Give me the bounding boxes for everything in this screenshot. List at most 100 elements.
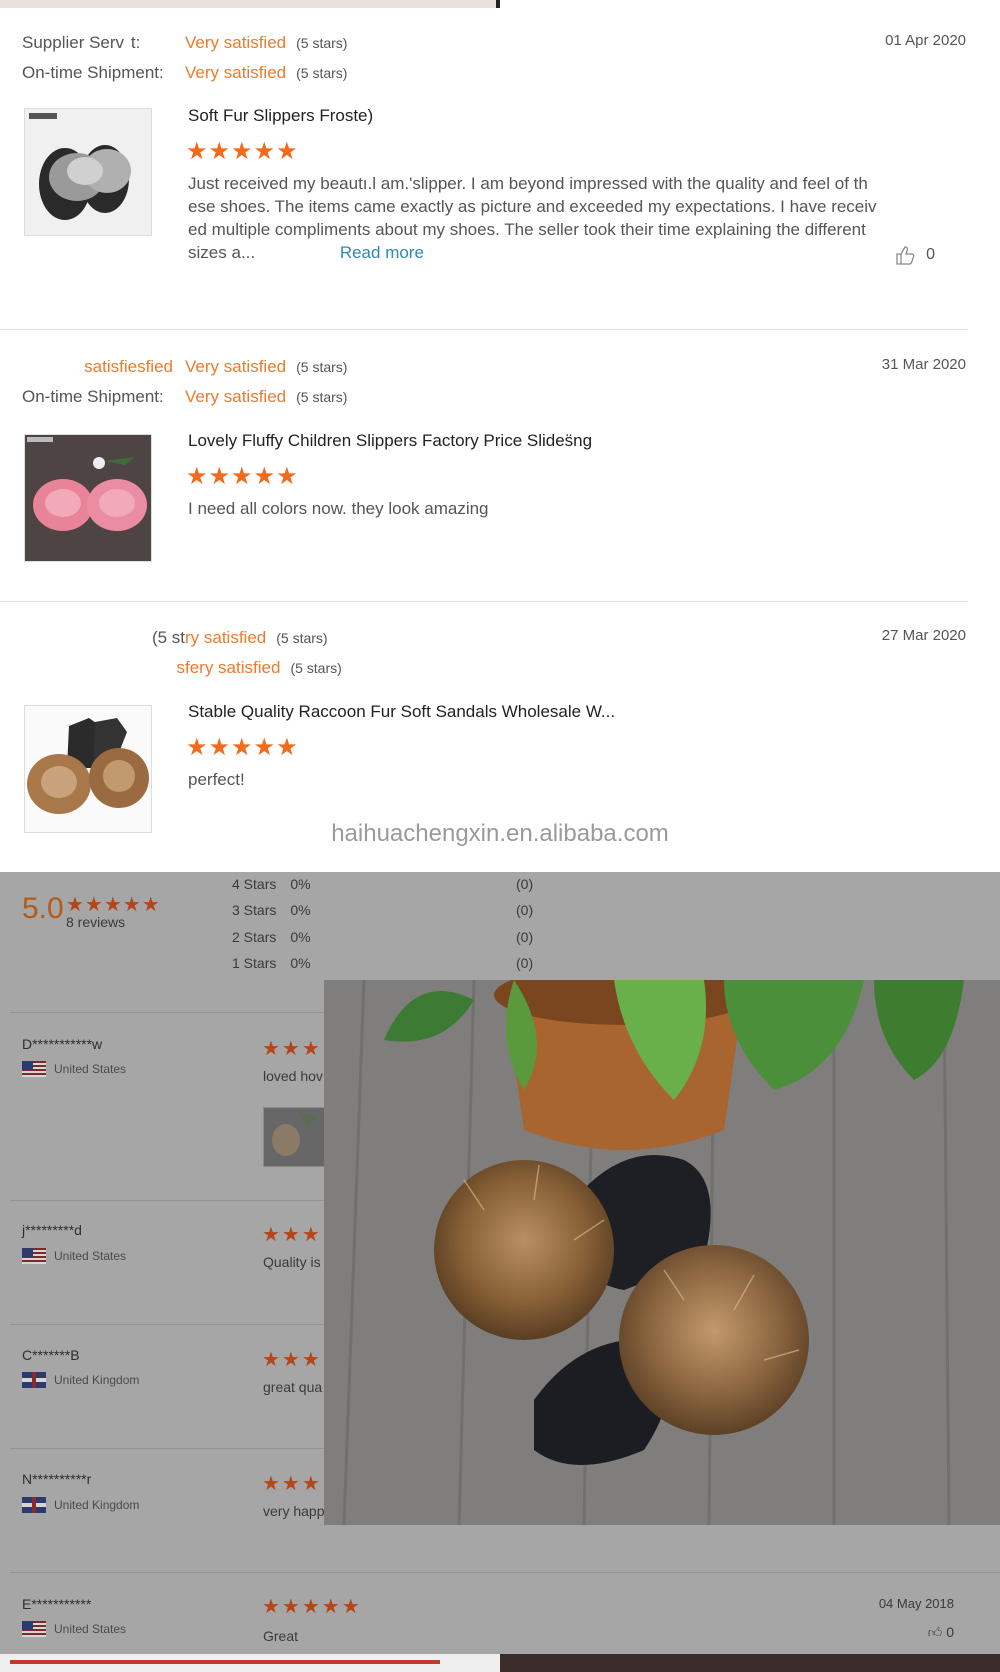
distribution-count: (0) bbox=[516, 929, 534, 945]
product-thumbnail[interactable] bbox=[24, 705, 152, 833]
shipment-stars-text: (5 stars) bbox=[296, 65, 348, 81]
supplier-rating-line: Supplier Serv t: Very satisfied (5 stars) bbox=[22, 32, 347, 54]
review-divider bbox=[0, 329, 968, 330]
uk-flag-icon bbox=[22, 1497, 46, 1513]
country-name: United States bbox=[54, 1622, 127, 1636]
top-edge-strip bbox=[0, 0, 500, 8]
review-divider bbox=[10, 1572, 1000, 1573]
distribution-label: 1 Stars bbox=[232, 955, 277, 971]
product-title[interactable]: Lovely Fluffy Children Slippers Factory … bbox=[188, 431, 592, 451]
supplier-stars-text: (5 stars) bbox=[296, 35, 348, 51]
supplier-service-value: Very satisfied bbox=[185, 33, 287, 52]
pink-slipper-image bbox=[25, 435, 151, 561]
review-date: 01 Apr 2020 bbox=[885, 32, 966, 49]
distribution-label: 3 Stars bbox=[232, 902, 277, 918]
reviewer-country: United Kingdom bbox=[22, 1497, 139, 1513]
reviewer-country: United States bbox=[22, 1061, 126, 1077]
fur-slipper-image bbox=[25, 109, 151, 235]
raccoon-fur-slides-photo bbox=[324, 980, 1000, 1525]
store-url-watermark: haihuachengxin.en.alibaba.com bbox=[331, 820, 669, 847]
distribution-percent: 0% bbox=[290, 955, 311, 971]
distribution-count: (0) bbox=[516, 955, 534, 971]
like-button[interactable]: 0 bbox=[894, 244, 935, 266]
review-stars: ★★★★★ bbox=[186, 463, 299, 490]
like-count: 0 bbox=[946, 1624, 954, 1640]
review-date: 31 Mar 2020 bbox=[881, 356, 966, 373]
read-more-link[interactable]: Read more bbox=[340, 243, 424, 262]
supplier-stars-text: (5 stars) bbox=[276, 630, 328, 646]
uk-flag-icon bbox=[22, 1372, 46, 1388]
raccoon-slipper-image bbox=[25, 706, 151, 832]
thumbs-up-icon bbox=[896, 246, 915, 265]
review-stars: ★★★ bbox=[262, 1224, 322, 1246]
reviewer-name: E*********** bbox=[22, 1596, 92, 1612]
us-flag-icon bbox=[22, 1248, 46, 1264]
shipment-stars-text: (5 stars) bbox=[290, 660, 342, 676]
slipper-photo-icon bbox=[264, 1108, 324, 1166]
reviewer-name: j*********d bbox=[22, 1222, 82, 1238]
product-title[interactable]: Soft Fur Slippers Froste) bbox=[188, 106, 373, 126]
reviewer-country: United Kingdom bbox=[22, 1372, 139, 1388]
dark-photo-strip bbox=[500, 1654, 1000, 1672]
shipment-value: fery satisfied bbox=[185, 658, 281, 677]
shipment-stars-text: (5 stars) bbox=[296, 389, 348, 405]
distribution-row: 3 Stars 0% (0) bbox=[232, 902, 533, 918]
distribution-row: 4 Stars 0% (0) bbox=[232, 876, 533, 892]
distribution-count: (0) bbox=[516, 902, 534, 918]
reviewer-name: N**********r bbox=[22, 1471, 92, 1487]
red-underline bbox=[10, 1660, 440, 1664]
supplier-rating-line: (5 stry satisfied (5 stars) bbox=[22, 627, 328, 649]
product-thumbnail[interactable] bbox=[24, 108, 152, 236]
supplier-service-label: (5 st bbox=[151, 628, 185, 647]
review-body: perfect! bbox=[188, 770, 245, 789]
product-title[interactable]: Stable Quality Raccoon Fur Soft Sandals … bbox=[188, 702, 615, 722]
shipment-label: On-time Shipment: bbox=[22, 387, 164, 406]
distribution-row: 1 Stars 0% (0) bbox=[232, 955, 533, 971]
thumbs-up-icon: 👍︎ bbox=[927, 1624, 943, 1640]
review-stars: ★★★ bbox=[262, 1349, 322, 1371]
distribution-label: 2 Stars bbox=[232, 929, 277, 945]
product-thumbnail[interactable] bbox=[24, 434, 152, 562]
review-body: I need all colors now. they look amazing bbox=[188, 499, 489, 518]
bottom-strip bbox=[0, 1654, 1000, 1672]
review-text: very happ bbox=[263, 1503, 325, 1519]
review-photo-thumbnail[interactable] bbox=[263, 1107, 325, 1167]
distribution-percent: 0% bbox=[290, 929, 311, 945]
review-count: 8 reviews bbox=[66, 914, 126, 930]
shipment-rating-line: On-time Shipment: Very satisfied (5 stars) bbox=[22, 62, 347, 84]
distribution-row: 2 Stars 0% (0) bbox=[232, 929, 533, 945]
review-text: perfect! bbox=[188, 768, 893, 791]
shipment-value: Very satisfied bbox=[185, 63, 287, 82]
review-body: Just received my beautı.l am.'slipper. I… bbox=[188, 174, 877, 262]
us-flag-icon bbox=[22, 1621, 46, 1637]
supplier-service-label: satisfiesfied bbox=[84, 357, 173, 376]
supplier-service-label: Supplier Serv t: bbox=[22, 33, 141, 52]
review-text: Just received my beautı.l am.'slipper. I… bbox=[188, 172, 893, 264]
us-flag-icon bbox=[22, 1061, 46, 1077]
reviewer-country: United States bbox=[22, 1621, 126, 1637]
shipment-rating-line: On-time Shipment: Very satisfied (5 stars) bbox=[22, 386, 347, 408]
shipment-label: On-time Shipment: bbox=[22, 63, 164, 82]
review-text: Quality is bbox=[263, 1254, 321, 1270]
reviewer-country: United States bbox=[22, 1248, 126, 1264]
review-date: 04 May 2018 bbox=[878, 1596, 954, 1611]
like-button[interactable]: 👍︎ 0 bbox=[928, 1624, 954, 1641]
reviewer-name: C*******B bbox=[22, 1347, 80, 1363]
shipment-rating-line: sfery satisfied (5 stars) bbox=[22, 657, 342, 679]
review-stars: ★★★ bbox=[262, 1473, 322, 1495]
country-name: United Kingdom bbox=[54, 1373, 140, 1387]
review-stars: ★★★★★ bbox=[186, 138, 299, 165]
review-text: I need all colors now. they look amazing bbox=[188, 497, 893, 520]
supplier-rating-line: satisfiesfied Very satisfied (5 stars) bbox=[22, 356, 347, 378]
review-text: loved hov bbox=[263, 1068, 323, 1084]
product-photo bbox=[324, 980, 1000, 1525]
supplier-stars-text: (5 stars) bbox=[296, 359, 348, 375]
shipment-label: s bbox=[176, 658, 186, 677]
review-stars: ★★★★★ bbox=[262, 1596, 362, 1618]
distribution-label: 4 Stars bbox=[232, 876, 277, 892]
distribution-percent: 0% bbox=[290, 876, 311, 892]
review-text: Great bbox=[263, 1628, 299, 1644]
review-stars: ★★★ bbox=[262, 1038, 322, 1060]
review-date: 27 Mar 2020 bbox=[881, 627, 966, 644]
review-text: great qua bbox=[263, 1379, 323, 1395]
